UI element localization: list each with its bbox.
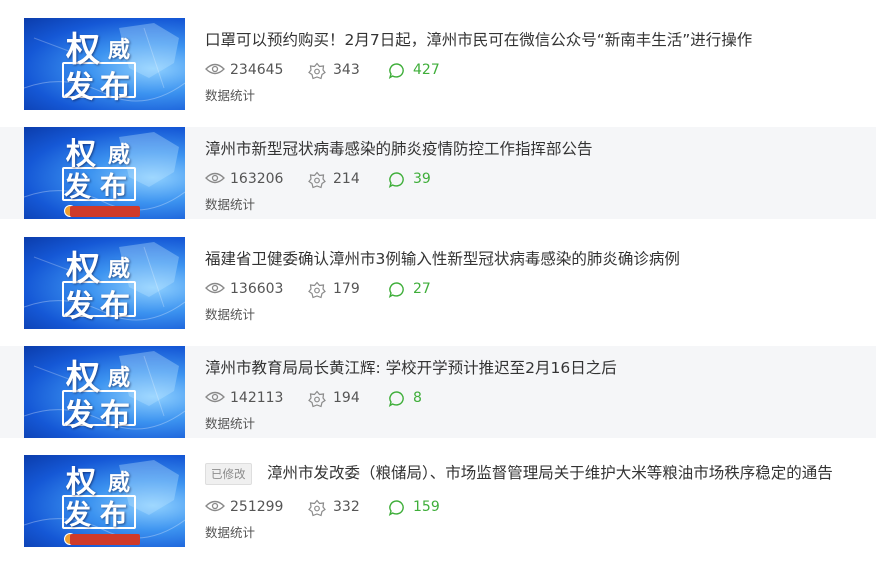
thumbnail-char-bu: 布: [100, 172, 127, 203]
article-thumbnail[interactable]: 权 威 发 布: [24, 18, 185, 110]
data-statistics-link[interactable]: 数据统计: [205, 413, 255, 432]
views-count: 251299: [230, 499, 284, 515]
thumbnail-char-bu: 布: [100, 289, 130, 324]
article-title[interactable]: 福建省卫健委确认漳州市3例输入性新型冠状病毒感染的肺炎确诊病例: [205, 247, 680, 269]
comments-count: 8: [413, 390, 422, 406]
thumbnail-char-fa: 发: [64, 289, 94, 324]
station-logo-bar: [70, 206, 140, 217]
article-title[interactable]: 漳州市新型冠状病毒感染的肺炎疫情防控工作指挥部公告: [205, 137, 593, 159]
thumbnail-char-fa: 发: [64, 172, 91, 203]
likes-count: 194: [333, 390, 360, 406]
speech-bubble-icon: [388, 391, 404, 408]
comments-count: 427: [413, 62, 440, 78]
likes-count: 332: [333, 499, 360, 515]
article-thumbnail[interactable]: 权 威 发 布: [24, 237, 185, 329]
thumbnail-char-wei: 威: [108, 366, 131, 391]
likes-count: 343: [333, 62, 360, 78]
article-row[interactable]: 权 威 发 布 漳州市教育局局长黄江辉: 学校开学预计推迟至2月16日之后 14…: [0, 346, 876, 438]
eye-icon: [205, 172, 225, 184]
eye-icon: [205, 391, 225, 403]
speech-bubble-icon: [388, 282, 404, 299]
article-list: 权 威 发 布 口罩可以预约购买！2月7日起，漳州市民可在微信公众号“新南丰生活…: [0, 0, 890, 565]
likes-count: 214: [333, 171, 360, 187]
thumbnail-char-fa: 发: [64, 398, 94, 433]
flower-icon: [308, 171, 326, 189]
article-row[interactable]: 权 威 发 布 已修改 漳州市发改委（粮储局）、市场监督管理局关于维护大米等粮油…: [0, 455, 876, 547]
speech-bubble-icon: [388, 172, 404, 189]
thumbnail-char-bu: 布: [100, 398, 130, 433]
thumbnail-char-fa: 发: [64, 500, 91, 531]
station-logo-bar: [70, 534, 140, 545]
thumbnail-char-fa: 发: [64, 70, 94, 105]
article-title[interactable]: 口罩可以预约购买！2月7日起，漳州市民可在微信公众号“新南丰生活”进行操作: [205, 28, 752, 50]
comments-count: 159: [413, 499, 440, 515]
speech-bubble-icon: [388, 500, 404, 517]
data-statistics-link[interactable]: 数据统计: [205, 85, 255, 104]
eye-icon: [205, 63, 225, 75]
article-thumbnail[interactable]: 权 威 发 布: [24, 346, 185, 438]
flower-icon: [308, 281, 326, 299]
comments-count: 39: [413, 171, 431, 187]
thumbnail-char-bu: 布: [100, 70, 130, 105]
data-statistics-link[interactable]: 数据统计: [205, 304, 255, 323]
views-count: 163206: [230, 171, 284, 187]
modified-badge: 已修改: [205, 463, 252, 485]
views-count: 136603: [230, 281, 284, 297]
data-statistics-link[interactable]: 数据统计: [205, 522, 255, 541]
article-thumbnail[interactable]: 权 威 发 布: [24, 127, 185, 219]
views-count: 234645: [230, 62, 284, 78]
comments-count: 27: [413, 281, 431, 297]
data-statistics-link[interactable]: 数据统计: [205, 194, 255, 213]
flower-icon: [308, 62, 326, 80]
flower-icon: [308, 499, 326, 517]
article-title[interactable]: 漳州市教育局局长黄江辉: 学校开学预计推迟至2月16日之后: [205, 356, 617, 378]
views-count: 142113: [230, 390, 284, 406]
flower-icon: [308, 390, 326, 408]
eye-icon: [205, 500, 225, 512]
article-thumbnail[interactable]: 权 威 发 布: [24, 455, 185, 547]
thumbnail-char-wei: 威: [108, 38, 131, 63]
speech-bubble-icon: [388, 63, 404, 80]
eye-icon: [205, 282, 225, 294]
thumbnail-char-bu: 布: [100, 500, 127, 531]
likes-count: 179: [333, 281, 360, 297]
article-row[interactable]: 权 威 发 布 漳州市新型冠状病毒感染的肺炎疫情防控工作指挥部公告 163206…: [0, 127, 876, 219]
article-row[interactable]: 权 威 发 布 福建省卫健委确认漳州市3例输入性新型冠状病毒感染的肺炎确诊病例 …: [0, 237, 876, 329]
article-title[interactable]: 漳州市发改委（粮储局）、市场监督管理局关于维护大米等粮油市场秩序稳定的通告: [267, 461, 833, 483]
thumbnail-char-wei: 威: [108, 257, 131, 282]
article-row[interactable]: 权 威 发 布 口罩可以预约购买！2月7日起，漳州市民可在微信公众号“新南丰生活…: [0, 18, 876, 110]
